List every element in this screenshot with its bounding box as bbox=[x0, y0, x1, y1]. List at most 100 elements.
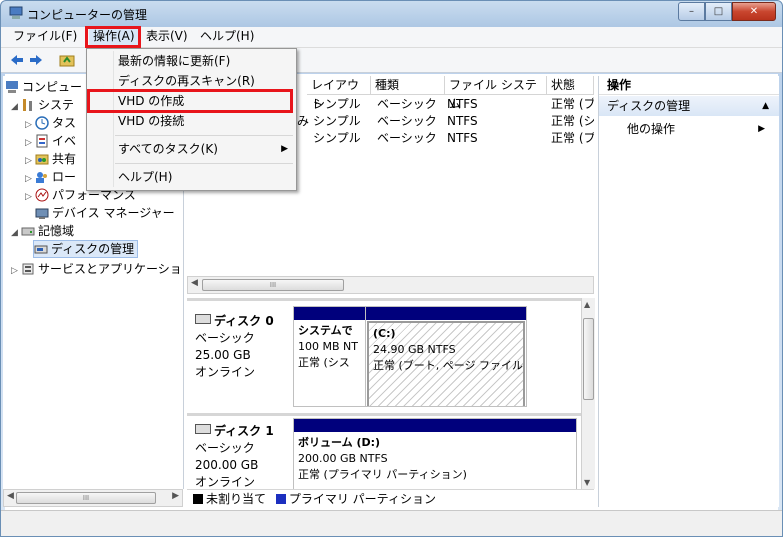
row-layout: シンプル bbox=[313, 114, 361, 128]
disk-1-size: 200.00 GB bbox=[195, 458, 259, 472]
close-button[interactable]: ✕ bbox=[732, 2, 776, 21]
scroll-left-arrow-icon[interactable]: ◀ bbox=[191, 278, 198, 288]
column-header-status[interactable]: 状態 bbox=[547, 76, 594, 95]
computer-icon bbox=[6, 81, 18, 93]
menu-view[interactable]: 表示(V) bbox=[142, 28, 192, 45]
disk-icon bbox=[195, 314, 211, 324]
tree-item-task-scheduler[interactable]: ▷ タス bbox=[25, 114, 76, 132]
menu-file[interactable]: ファイル(F) bbox=[9, 28, 81, 45]
row-type: ベーシック bbox=[377, 114, 437, 128]
volume-list-scroll-thumb[interactable]: III bbox=[202, 279, 344, 291]
scroll-right-arrow-icon[interactable]: ▶ bbox=[172, 491, 179, 501]
actions-other-label: 他の操作 bbox=[627, 122, 676, 136]
partition-status: 正常 (ブート, ページ ファイル bbox=[373, 359, 524, 372]
column-header-layout[interactable]: レイアウト bbox=[307, 76, 371, 111]
disk-separator bbox=[187, 413, 581, 416]
disk-graph-view: ディスク 0 ベーシック 25.00 GB オンライン システムで 100 MB… bbox=[187, 298, 581, 492]
row-layout: シンプル bbox=[313, 131, 361, 145]
tree-item-system-tools[interactable]: ◢ システ bbox=[11, 96, 74, 114]
collapsed-arrow-icon[interactable]: ▷ bbox=[11, 262, 21, 280]
partition-color-bar bbox=[366, 307, 526, 320]
menu-item-rescan-disks[interactable]: ディスクの再スキャン(R) bbox=[87, 71, 296, 91]
operation-dropdown-menu: 最新の情報に更新(F) ディスクの再スキャン(R) VHD の作成 VHD の接… bbox=[86, 48, 297, 191]
menu-help[interactable]: ヘルプ(H) bbox=[196, 28, 258, 45]
menu-item-all-tasks[interactable]: すべてのタスク(K) ▶ bbox=[87, 139, 296, 159]
disk-legend: 未割り当て プライマリ パーティション bbox=[187, 489, 594, 508]
menu-separator bbox=[115, 135, 293, 136]
disk-0-state: オンライン bbox=[195, 365, 256, 379]
up-folder-icon[interactable] bbox=[59, 52, 75, 68]
actions-other-operations[interactable]: 他の操作 ▶ bbox=[627, 120, 777, 138]
actions-section-disk-management[interactable]: ディスクの管理 ▲ bbox=[599, 96, 779, 116]
event-viewer-icon bbox=[36, 134, 48, 148]
tree-horizontal-scrollbar[interactable]: ◀ III ▶ bbox=[3, 489, 183, 507]
tree-item-local-users[interactable]: ▷ ロー bbox=[25, 168, 76, 186]
expanded-arrow-icon[interactable]: ◢ bbox=[11, 98, 21, 116]
scroll-left-arrow-icon[interactable]: ◀ bbox=[7, 491, 14, 501]
tree-item-storage[interactable]: ◢ 記憶域 bbox=[11, 222, 74, 240]
tools-icon bbox=[23, 99, 32, 111]
tree-item-device-manager[interactable]: デバイス マネージャー bbox=[35, 204, 175, 222]
clock-icon bbox=[35, 116, 49, 130]
collapse-arrow-icon[interactable]: ▲ bbox=[762, 96, 769, 116]
partition-size: 200.00 GB NTFS bbox=[298, 452, 388, 465]
column-header-filesystem[interactable]: ファイル システム bbox=[445, 76, 547, 111]
submenu-arrow-icon: ▶ bbox=[758, 124, 765, 134]
partition-c-drive[interactable]: (C:) 24.90 GB NTFS 正常 (ブート, ページ ファイル bbox=[365, 306, 527, 407]
menu-item-attach-vhd[interactable]: VHD の接続 bbox=[87, 111, 296, 131]
legend-unallocated: 未割り当て bbox=[206, 492, 267, 506]
actions-pane: 操作 ディスクの管理 ▲ 他の操作 ▶ bbox=[598, 76, 779, 507]
window-title: コンピューターの管理 bbox=[27, 8, 148, 22]
menu-item-refresh[interactable]: 最新の情報に更新(F) bbox=[87, 51, 296, 71]
menu-separator bbox=[115, 163, 293, 164]
disk-1-type: ベーシック bbox=[195, 441, 255, 455]
row-layout: シンプル bbox=[313, 97, 361, 111]
disk-1-info[interactable]: ディスク 1 ベーシック 200.00 GB オンライン bbox=[195, 423, 291, 491]
disk-management-icon bbox=[34, 245, 48, 254]
disk-0-info[interactable]: ディスク 0 ベーシック 25.00 GB オンライン bbox=[195, 313, 291, 381]
tree-scroll-thumb[interactable]: III bbox=[16, 492, 156, 504]
partition-system-reserved[interactable]: システムで 100 MB NT 正常 (シス bbox=[293, 306, 366, 407]
column-header-type[interactable]: 種類 bbox=[371, 76, 445, 95]
minimize-button[interactable]: – bbox=[678, 2, 705, 21]
legend-primary-swatch bbox=[275, 494, 286, 504]
tree-item-event-viewer[interactable]: ▷ イベ bbox=[25, 132, 76, 150]
row-type: ベーシック bbox=[377, 97, 437, 111]
disk-graph-vertical-scrollbar[interactable]: ▲ ▼ bbox=[581, 298, 595, 489]
partition-status: 正常 (シス bbox=[298, 356, 350, 369]
menu-item-help[interactable]: ヘルプ(H) bbox=[87, 167, 296, 187]
partition-size: 100 MB NT bbox=[298, 340, 358, 353]
volume-list-horizontal-scrollbar[interactable]: ◀ III bbox=[187, 276, 594, 294]
partition-d-drive[interactable]: ボリューム (D:) 200.00 GB NTFS 正常 (プライマリ パーティ… bbox=[293, 418, 577, 492]
tree-item-services-apps[interactable]: ▷ サービスとアプリケーショ bbox=[11, 260, 182, 278]
scroll-down-arrow-icon[interactable]: ▼ bbox=[584, 478, 590, 487]
partition-title: ボリューム (D:) bbox=[298, 436, 381, 449]
row-filesystem: NTFS bbox=[447, 131, 478, 145]
maximize-button[interactable]: □ bbox=[705, 2, 732, 21]
row-status: 正常 (シ bbox=[551, 114, 594, 128]
performance-icon bbox=[35, 188, 49, 202]
row-prefix: み bbox=[297, 114, 310, 128]
partition-title: システムで bbox=[298, 324, 353, 337]
row-status: 正常 (プ bbox=[551, 131, 594, 145]
disk-0-size: 25.00 GB bbox=[195, 348, 251, 362]
collapsed-arrow-icon[interactable]: ▷ bbox=[25, 188, 35, 206]
disk-0-type: ベーシック bbox=[195, 331, 255, 345]
forward-arrow-icon[interactable] bbox=[28, 52, 44, 68]
row-filesystem: NTFS bbox=[447, 114, 478, 128]
tree-item-computer[interactable]: コンピュー bbox=[5, 78, 82, 96]
expanded-arrow-icon[interactable]: ◢ bbox=[11, 224, 21, 242]
window: コンピューターの管理 – □ ✕ ファイル(F) 操作(A) 表示(V) ヘルプ… bbox=[0, 0, 783, 537]
actions-header: 操作 bbox=[599, 76, 779, 95]
status-bar bbox=[1, 510, 782, 536]
partition-size: 24.90 GB NTFS bbox=[373, 343, 456, 356]
tree-item-shared-folders[interactable]: ▷ 共有 bbox=[25, 150, 76, 168]
disk-graph-scroll-thumb[interactable] bbox=[583, 318, 594, 400]
tree-item-disk-management[interactable]: ディスクの管理 bbox=[33, 240, 139, 258]
disk-0-name: ディスク 0 bbox=[214, 314, 274, 328]
disk-1-name: ディスク 1 bbox=[214, 424, 274, 438]
title-bar: コンピューターの管理 – □ ✕ bbox=[1, 1, 782, 27]
back-arrow-icon[interactable] bbox=[9, 52, 25, 68]
scroll-up-arrow-icon[interactable]: ▲ bbox=[584, 300, 590, 309]
row-status: 正常 (ブ bbox=[551, 97, 594, 111]
